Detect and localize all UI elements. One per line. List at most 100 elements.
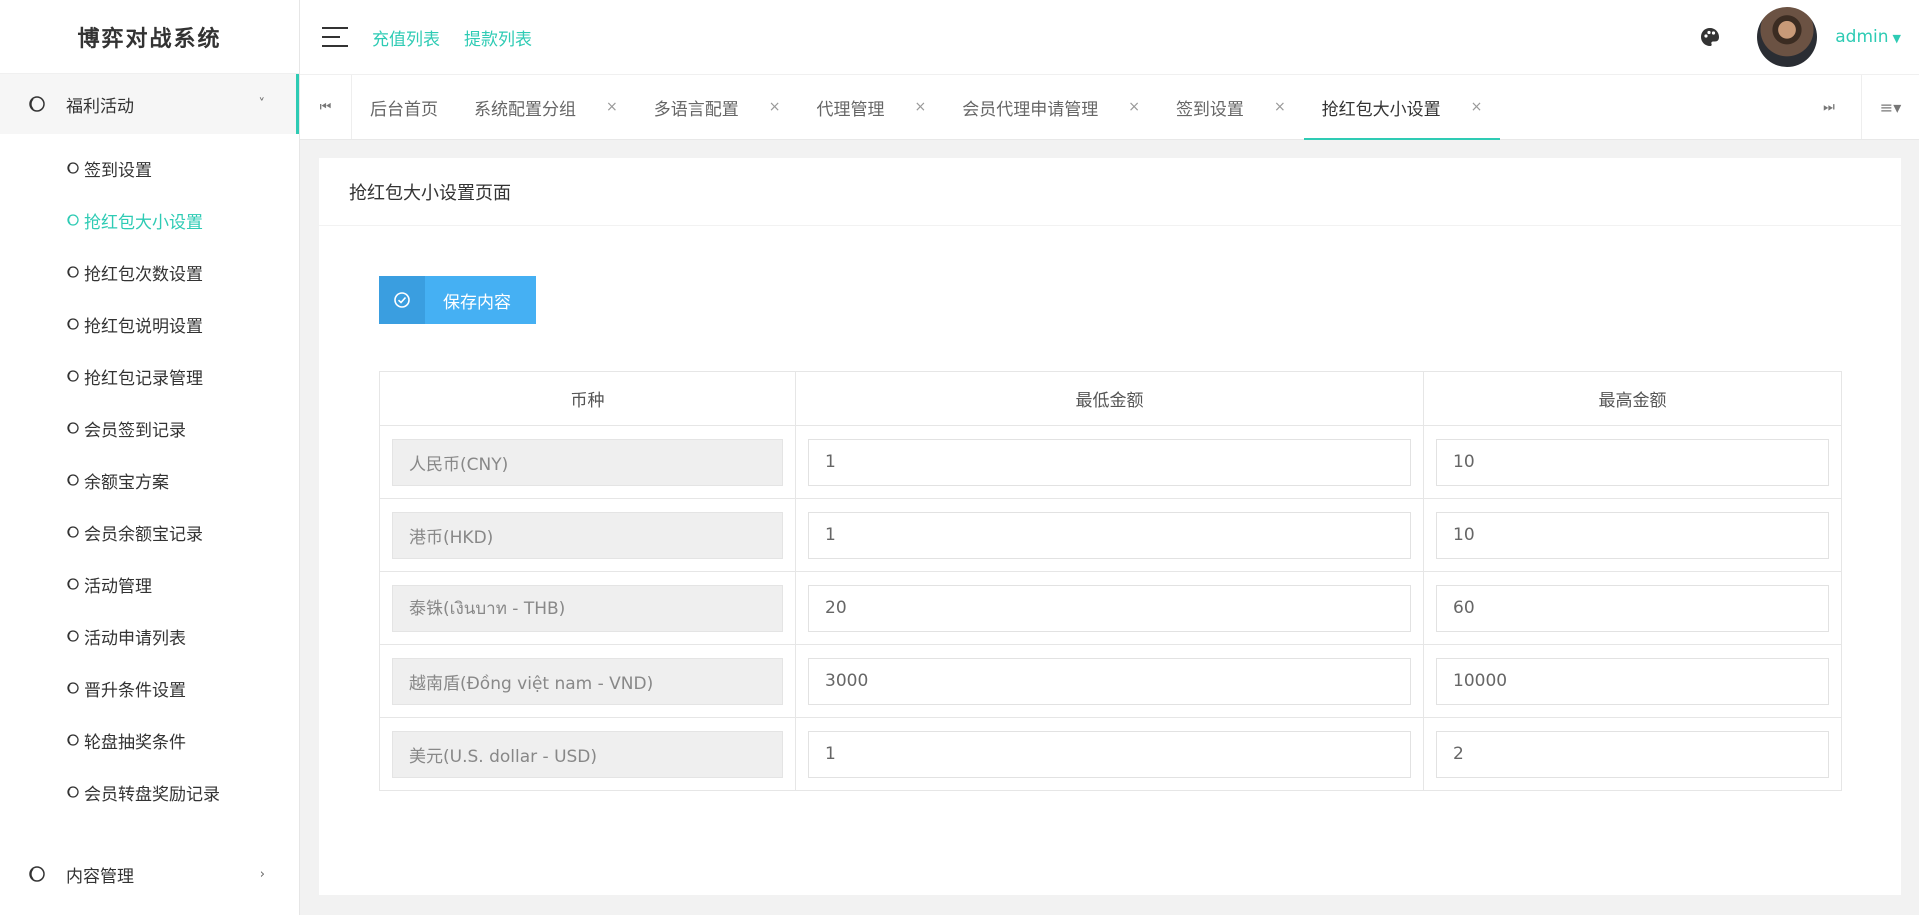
min-amount-input[interactable] (808, 584, 1411, 632)
circle-icon (67, 474, 79, 486)
sidebar-group-welfare[interactable]: 福利活动 ˅ (0, 74, 299, 134)
sidebar-item-label: 抢红包记录管理 (84, 368, 203, 389)
tab-scroll-left-icon[interactable]: ⏮ (300, 75, 352, 139)
currency-cell-wrap: 人民币(CNY) (379, 425, 796, 499)
tab[interactable]: 后台首页 (352, 75, 456, 139)
circle-icon (67, 214, 79, 226)
circle-icon (67, 526, 79, 538)
sidebar-item[interactable]: 轮盘抽奖条件 (0, 714, 299, 766)
sidebar-item[interactable]: 抢红包记录管理 (0, 350, 299, 402)
min-amount-input[interactable] (808, 657, 1411, 705)
max-cell (1423, 425, 1842, 499)
close-icon[interactable]: × (769, 99, 781, 115)
table-row: 港币(HKD) (379, 498, 1842, 572)
sidebar-item[interactable]: 会员余额宝记录 (0, 506, 299, 558)
avatar[interactable] (1757, 7, 1818, 67)
sidebar-item-label: 轮盘抽奖条件 (84, 732, 186, 753)
column-header-max: 最高金额 (1423, 371, 1842, 426)
tab-label: 系统配置分组 (474, 99, 576, 120)
sidebar-item[interactable]: 余额宝方案 (0, 454, 299, 506)
min-cell (795, 425, 1424, 499)
withdraw-list-link[interactable]: 提款列表 (464, 25, 532, 50)
app-logo: 博弈对战系统 (0, 0, 299, 74)
min-cell (795, 717, 1424, 791)
page-title: 抢红包大小设置页面 (319, 158, 1901, 226)
sidebar-item-label: 活动申请列表 (84, 628, 186, 649)
sidebar-item[interactable]: 抢红包说明设置 (0, 298, 299, 350)
rates-table: 币种 最低金额 最高金额 人民币(CNY) 港币(HKD) 泰铢(เงินบาท -… (379, 371, 1842, 791)
sidebar-item-label: 活动管理 (84, 576, 152, 597)
sidebar-item[interactable]: 会员转盘奖励记录 (0, 766, 299, 818)
currency-cell: 人民币(CNY) (392, 438, 783, 486)
max-amount-input[interactable] (1436, 438, 1829, 486)
max-amount-input[interactable] (1436, 511, 1829, 559)
sidebar-item-label: 会员转盘奖励记录 (84, 784, 220, 805)
tab[interactable]: 会员代理申请管理 × (944, 75, 1158, 139)
min-cell (795, 571, 1424, 645)
sidebar-item-label: 会员签到记录 (84, 420, 186, 441)
min-amount-input[interactable] (808, 511, 1411, 559)
tab[interactable]: 多语言配置 × (636, 75, 799, 139)
max-cell (1423, 644, 1842, 718)
max-amount-input[interactable] (1436, 730, 1829, 778)
sidebar-item-label: 余额宝方案 (84, 472, 169, 493)
sidebar-item-label: 会员余额宝记录 (84, 524, 203, 545)
tab-options-icon[interactable]: ≡▾ (1861, 75, 1919, 139)
header-right: admin ▼ (1699, 0, 1919, 74)
top-header: 充值列表 提款列表 admin ▼ (300, 0, 1919, 74)
tab-label: 会员代理申请管理 (962, 99, 1099, 120)
column-header-currency: 币种 (379, 371, 796, 426)
chevron-down-icon: ˅ (258, 96, 266, 112)
sidebar-item[interactable]: 签到设置 (0, 142, 299, 194)
tab[interactable]: 代理管理 × (798, 75, 944, 139)
max-cell (1423, 498, 1842, 572)
currency-cell-wrap: 泰铢(เงินบาท - THB) (379, 571, 796, 645)
tab-label: 多语言配置 (653, 99, 739, 120)
sidebar-item[interactable]: 晋升条件设置 (0, 662, 299, 714)
sidebar-item[interactable]: 会员签到记录 (0, 402, 299, 454)
currency-cell-wrap: 美元(U.S. dollar - USD) (379, 717, 796, 791)
tab-label: 后台首页 (370, 99, 438, 120)
circle-icon (67, 630, 79, 642)
min-cell (795, 644, 1424, 718)
max-amount-input[interactable] (1436, 657, 1829, 705)
max-amount-input[interactable] (1436, 584, 1829, 632)
menu-icon[interactable] (322, 27, 348, 47)
content-card: 抢红包大小设置页面 保存内容 币种 最低金额 最高金额 人民币(CNY) 港币(H… (319, 158, 1901, 895)
close-icon[interactable]: × (1471, 99, 1483, 115)
close-icon[interactable]: × (1274, 99, 1286, 115)
close-icon[interactable]: × (1128, 99, 1140, 115)
max-cell (1423, 571, 1842, 645)
table-row: 泰铢(เงินบาท - THB) (379, 571, 1842, 645)
tab-label: 代理管理 (816, 99, 885, 120)
caret-down-icon: ▼ (1892, 32, 1901, 45)
recharge-list-link[interactable]: 充值列表 (372, 25, 440, 50)
user-menu[interactable]: admin ▼ (1835, 27, 1901, 47)
circle-icon (29, 96, 45, 112)
sidebar-group-content[interactable]: 内容管理 › (0, 844, 299, 904)
min-amount-input[interactable] (808, 438, 1411, 486)
tab[interactable]: 系统配置分组 × (456, 75, 636, 139)
currency-cell: 美元(U.S. dollar - USD) (392, 730, 783, 778)
close-icon[interactable]: × (606, 99, 618, 115)
table-row: 人民币(CNY) (379, 425, 1842, 499)
tab-scroll-right-icon[interactable]: ⏭ (1809, 75, 1849, 139)
tab-label: 签到设置 (1175, 99, 1244, 120)
sidebar-item[interactable]: 抢红包次数设置 (0, 246, 299, 298)
sidebar-item[interactable]: 抢红包大小设置 (0, 194, 299, 246)
save-button[interactable]: 保存内容 (379, 276, 536, 324)
tab-label: 抢红包大小设置 (1321, 99, 1441, 120)
tab[interactable]: 抢红包大小设置 × (1303, 75, 1501, 140)
sidebar-item[interactable]: 活动申请列表 (0, 610, 299, 662)
tab-list: 后台首页 系统配置分组 × 多语言配置 × 代理管理 × 会员代理申请管理 × 签到设置 × 抢红包大… (352, 75, 1501, 140)
tab[interactable]: 签到设置 × (1158, 75, 1304, 139)
palette-icon[interactable] (1699, 26, 1721, 48)
circle-icon (67, 734, 79, 746)
currency-cell: 泰铢(เงินบาท - THB) (392, 584, 783, 632)
min-amount-input[interactable] (808, 730, 1411, 778)
sidebar-item[interactable]: 活动管理 (0, 558, 299, 610)
username: admin (1835, 27, 1889, 47)
close-icon[interactable]: × (914, 99, 926, 115)
circle-icon (67, 162, 79, 174)
currency-cell: 越南盾(Đồng việt nam - VND) (392, 657, 783, 705)
